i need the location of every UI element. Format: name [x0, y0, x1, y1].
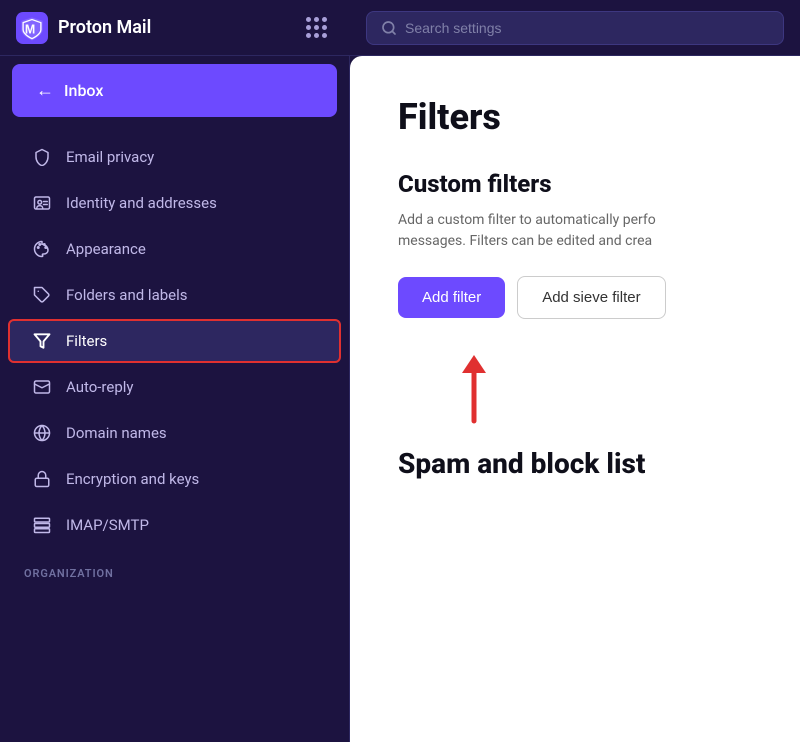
page-title: Filters — [398, 96, 752, 138]
content-area: Filters Custom filters Add a custom filt… — [350, 56, 800, 742]
apps-grid-button[interactable] — [298, 10, 334, 46]
arrow-annotation — [398, 351, 752, 431]
autoreply-icon — [32, 377, 52, 397]
add-sieve-filter-button[interactable]: Add sieve filter — [517, 276, 665, 319]
search-area — [350, 11, 800, 45]
spam-block-list-title: Spam and block list — [398, 447, 752, 480]
appearance-icon — [32, 239, 52, 259]
sidebar: ← Inbox Email privacy Id — [0, 56, 350, 742]
sidebar-item-label: IMAP/SMTP — [66, 516, 149, 534]
logo-area: M Proton Mail — [0, 10, 350, 46]
sidebar-item-folders-labels[interactable]: Folders and labels — [8, 273, 341, 317]
custom-filters-title: Custom filters — [398, 170, 752, 198]
sidebar-item-email-privacy[interactable]: Email privacy — [8, 135, 341, 179]
sidebar-item-label: Auto-reply — [66, 378, 134, 396]
add-filter-button[interactable]: Add filter — [398, 277, 505, 318]
lock-icon — [32, 469, 52, 489]
grid-icon — [306, 17, 327, 38]
filter-buttons-row: Add filter Add sieve filter — [398, 276, 752, 319]
organization-section-label: ORGANIZATION — [0, 555, 349, 586]
domain-icon — [32, 423, 52, 443]
inbox-button[interactable]: ← Inbox — [12, 64, 337, 117]
proton-logo-icon: M — [16, 12, 48, 44]
svg-text:M: M — [25, 22, 35, 36]
red-arrow-icon — [454, 351, 494, 431]
tag-icon — [32, 285, 52, 305]
main-layout: ← Inbox Email privacy Id — [0, 56, 800, 742]
filter-icon — [32, 331, 52, 351]
sidebar-item-label: Email privacy — [66, 148, 154, 166]
identity-icon — [32, 193, 52, 213]
sidebar-item-filters[interactable]: Filters — [8, 319, 341, 363]
back-arrow-icon: ← — [36, 80, 54, 101]
sidebar-item-label: Identity and addresses — [66, 194, 217, 212]
header: M Proton Mail — [0, 0, 800, 56]
sidebar-item-imap-smtp[interactable]: IMAP/SMTP — [8, 503, 341, 547]
shield-icon — [32, 147, 52, 167]
sidebar-item-encryption-keys[interactable]: Encryption and keys — [8, 457, 341, 501]
server-icon — [32, 515, 52, 535]
nav-items: Email privacy Identity and addresses — [0, 125, 349, 742]
sidebar-item-domain-names[interactable]: Domain names — [8, 411, 341, 455]
sidebar-item-label: Filters — [66, 332, 107, 350]
search-icon — [381, 20, 397, 36]
search-box — [366, 11, 784, 45]
sidebar-item-auto-reply[interactable]: Auto-reply — [8, 365, 341, 409]
sidebar-item-label: Appearance — [66, 240, 146, 258]
app-title: Proton Mail — [58, 17, 151, 38]
sidebar-item-label: Domain names — [66, 424, 167, 442]
sidebar-item-identity-addresses[interactable]: Identity and addresses — [8, 181, 341, 225]
search-input[interactable] — [405, 20, 769, 36]
sidebar-item-label: Folders and labels — [66, 286, 188, 304]
sidebar-item-label: Encryption and keys — [66, 470, 199, 488]
custom-filters-description: Add a custom filter to automatically per… — [398, 210, 752, 252]
sidebar-item-appearance[interactable]: Appearance — [8, 227, 341, 271]
inbox-label: Inbox — [64, 81, 103, 100]
